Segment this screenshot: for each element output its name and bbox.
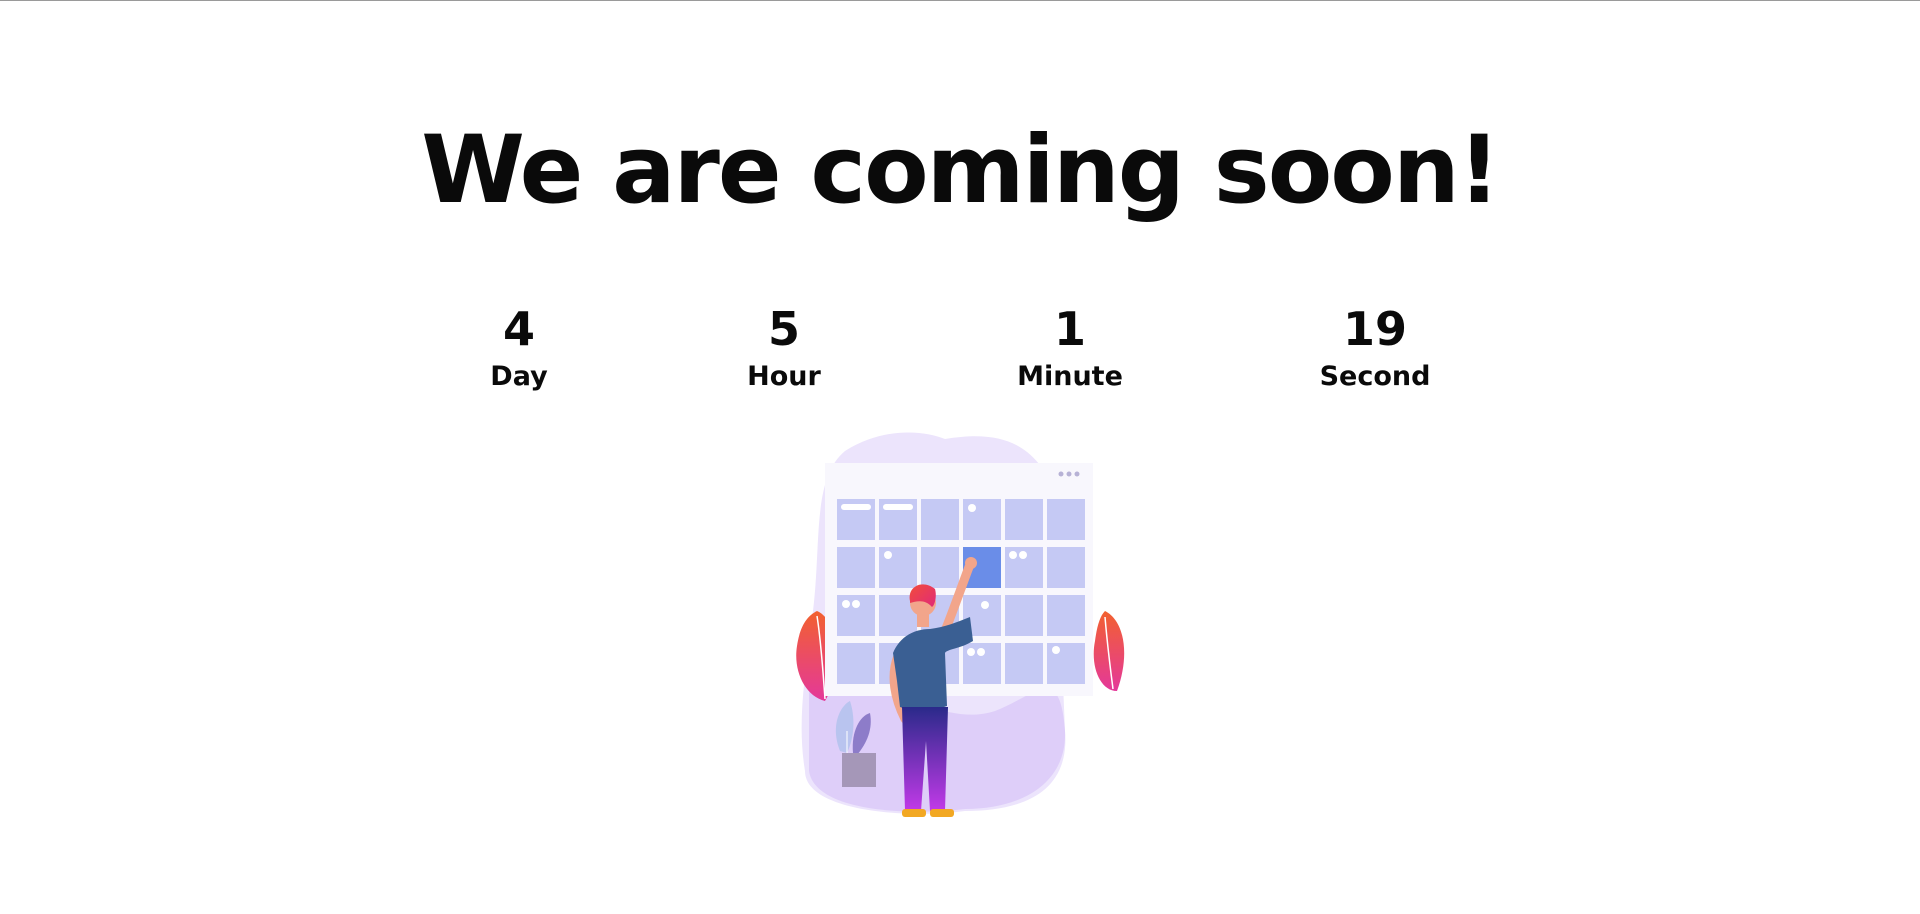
countdown-day-label: Day	[490, 361, 548, 392]
calendar-person-illustration	[796, 432, 1125, 817]
countdown-hour-value: 5	[767, 302, 800, 356]
countdown-hour-label: Hour	[747, 361, 821, 392]
countdown-second-label: Second	[1319, 361, 1431, 392]
countdown-day-value: 4	[502, 302, 535, 356]
countdown-second: 19 Second	[1265, 299, 1485, 395]
countdown-minute: 1 Minute	[960, 299, 1180, 395]
countdown-minute-label: Minute	[1017, 361, 1123, 392]
right-plant	[1093, 611, 1125, 691]
coming-soon-page: We are coming soon! 4 Day 5 Hour 1 Minut…	[0, 0, 1920, 914]
countdown-day: 4 Day	[409, 299, 629, 395]
countdown-second-value: 19	[1342, 302, 1407, 356]
countdown-hour: 5 Hour	[674, 299, 894, 395]
countdown-minute-value: 1	[1053, 302, 1086, 356]
page-title: We are coming soon!	[421, 116, 1500, 225]
